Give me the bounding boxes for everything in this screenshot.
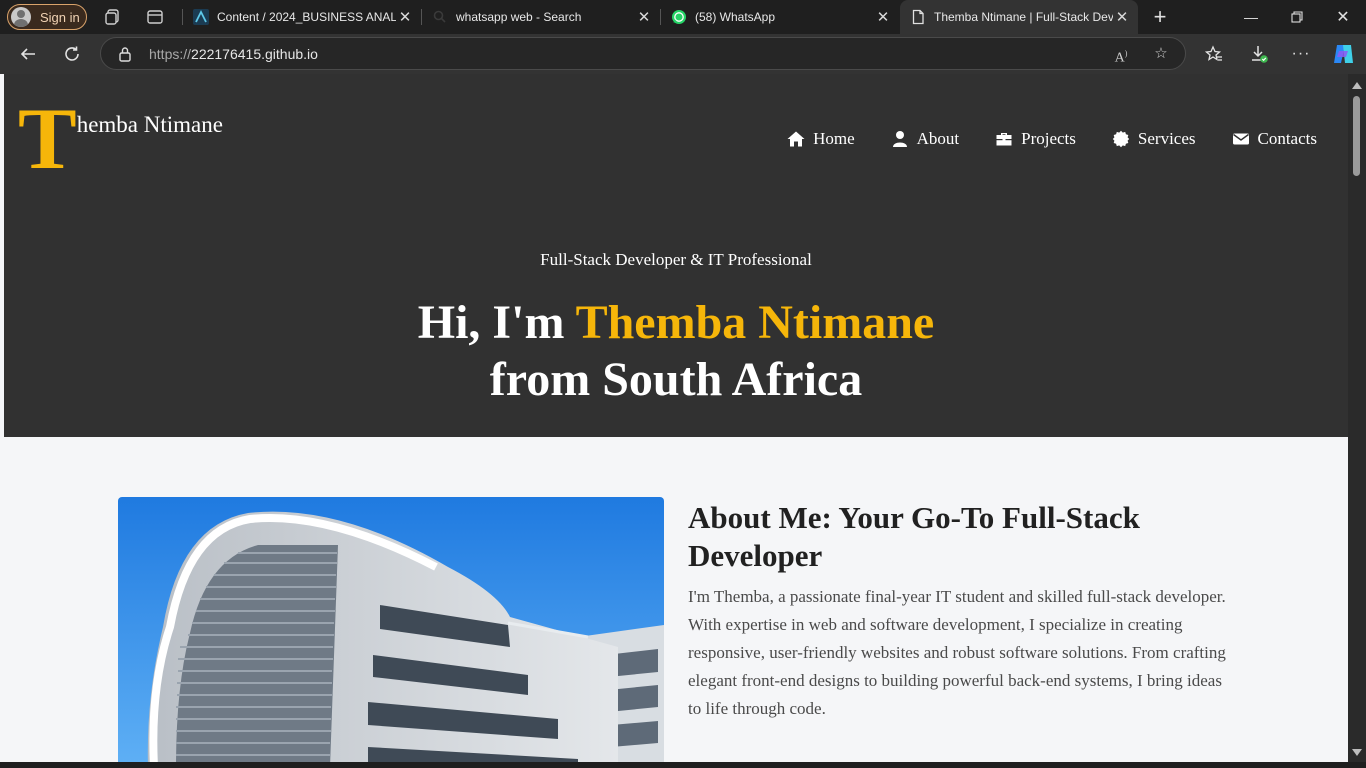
lock-icon[interactable] <box>118 46 132 62</box>
favorite-star-icon[interactable]: ☆ <box>1151 44 1171 64</box>
nav-label: About <box>916 129 960 148</box>
minimize-icon[interactable]: — <box>1228 0 1274 34</box>
home-icon <box>787 131 805 147</box>
tab-actions-icon[interactable] <box>146 8 164 26</box>
whatsapp-icon <box>672 10 686 24</box>
scroll-down-icon[interactable] <box>1352 749 1362 756</box>
tab-whatsapp[interactable]: (58) WhatsApp ✕ <box>661 0 899 34</box>
badge-gear-icon <box>1112 130 1130 148</box>
page-scrollbar[interactable] <box>1348 74 1366 762</box>
nav-label: Contacts <box>1257 129 1318 148</box>
tab-title: Content / 2024_BUSINESS ANALYSIS <box>217 10 396 24</box>
browser-title-bar: Sign in Content / 2024_BUSINESS ANALYSIS… <box>0 0 1366 34</box>
user-icon <box>892 131 907 147</box>
back-icon[interactable] <box>15 41 41 67</box>
window-bottom-edge <box>0 762 1366 768</box>
more-options-icon[interactable]: ··· <box>1288 41 1314 67</box>
page-icon <box>912 9 924 25</box>
envelope-icon <box>1232 133 1249 145</box>
hero-subtitle: Full-Stack Developer & IT Professional <box>540 250 812 269</box>
nav-about[interactable]: About <box>891 129 960 149</box>
logo-name: hemba Ntimane <box>76 112 223 137</box>
favorites-icon[interactable] <box>1201 41 1227 67</box>
nav-projects[interactable]: Projects <box>995 129 1076 149</box>
hero-section: T hemba Ntimane Home About Projects Serv… <box>4 74 1348 437</box>
restore-icon[interactable] <box>1274 0 1320 34</box>
hero-headline: Hi, I'm Themba Ntimane from South Africa <box>4 294 1348 408</box>
logo-initial: T <box>18 91 77 188</box>
about-body: I'm Themba, a passionate final-year IT s… <box>688 587 1226 718</box>
close-icon[interactable]: ✕ <box>874 8 892 26</box>
about-title: About Me: Your Go-To Full-Stack Develope… <box>688 500 1140 573</box>
sign-in-label: Sign in <box>40 9 80 25</box>
browser-toolbar: https://222176415.github.io A) ☆ ··· <box>0 34 1366 74</box>
briefcase-icon <box>996 133 1012 146</box>
tab-portfolio[interactable]: Themba Ntimane | Full-Stack Developer ✕ <box>900 0 1138 34</box>
nav-services[interactable]: Services <box>1112 129 1196 149</box>
downloads-icon[interactable] <box>1246 41 1272 67</box>
analytics-logo-icon <box>193 9 209 25</box>
profile-avatar-icon <box>11 7 31 27</box>
nav-label: Projects <box>1021 129 1076 148</box>
tab-business-analysis[interactable]: Content / 2024_BUSINESS ANALYSIS ✕ <box>183 0 421 34</box>
new-tab-icon[interactable]: + <box>1151 6 1169 28</box>
workspaces-icon[interactable] <box>104 8 122 26</box>
close-icon[interactable]: ✕ <box>1113 8 1131 26</box>
close-icon[interactable]: ✕ <box>635 8 653 26</box>
scroll-up-icon[interactable] <box>1352 82 1362 89</box>
nav-label: Services <box>1137 129 1196 148</box>
nav-contacts[interactable]: Contacts <box>1232 129 1318 149</box>
main-nav: Home About Projects Services Contacts <box>751 129 1317 149</box>
tab-title: whatsapp web - Search <box>456 10 582 24</box>
copilot-icon[interactable] <box>1330 41 1356 67</box>
hero-location: from South Africa <box>489 353 863 406</box>
close-icon[interactable]: ✕ <box>396 8 414 26</box>
close-window-icon[interactable]: ✕ <box>1320 0 1366 34</box>
scrollbar-thumb[interactable] <box>1353 96 1360 176</box>
address-bar[interactable]: https://222176415.github.io A) ☆ <box>100 37 1186 70</box>
tab-title: (58) WhatsApp <box>695 10 776 24</box>
url-text[interactable]: https://222176415.github.io <box>149 46 318 62</box>
read-aloud-icon[interactable]: A) <box>1111 44 1131 66</box>
refresh-icon[interactable] <box>59 41 85 67</box>
hero-name: Themba Ntimane <box>575 296 935 349</box>
hero-greeting: Hi, I'm <box>417 296 576 349</box>
search-icon <box>433 10 446 23</box>
tab-whatsapp-search[interactable]: whatsapp web - Search ✕ <box>422 0 660 34</box>
url-host: 222176415.github.io <box>191 46 318 62</box>
nav-label: Home <box>813 129 855 148</box>
tab-title: Themba Ntimane | Full-Stack Developer <box>934 10 1113 24</box>
sign-in-button[interactable]: Sign in <box>7 4 87 30</box>
nav-home[interactable]: Home <box>787 129 855 149</box>
site-logo[interactable]: T hemba Ntimane <box>18 96 223 184</box>
url-protocol: https:// <box>149 46 192 62</box>
about-building-image <box>118 497 664 762</box>
page-viewport: T hemba Ntimane Home About Projects Serv… <box>0 74 1366 762</box>
